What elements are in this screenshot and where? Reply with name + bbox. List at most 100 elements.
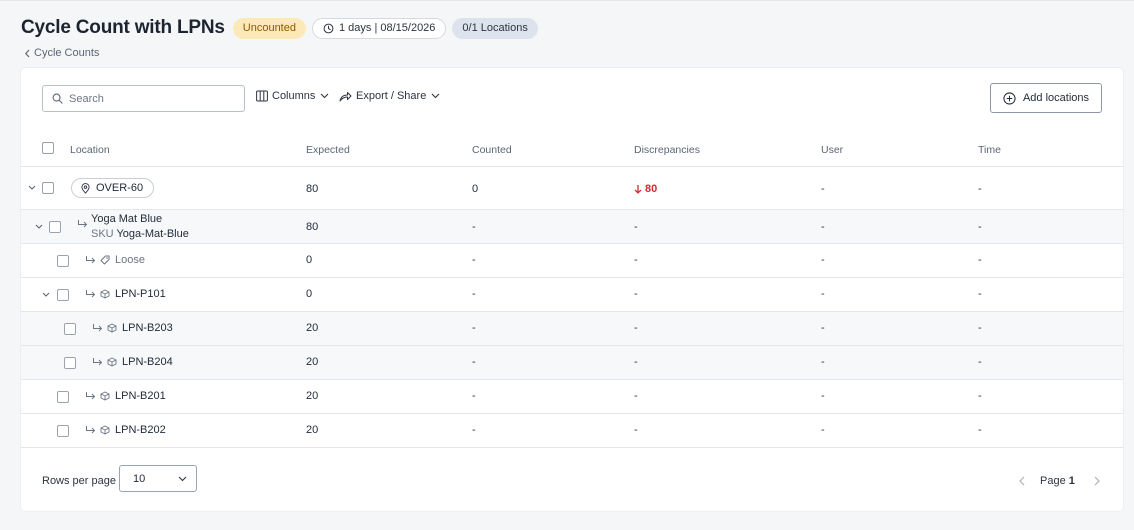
row-checkbox[interactable] xyxy=(64,323,76,335)
user-value: - xyxy=(821,356,825,368)
row-checkbox[interactable] xyxy=(57,289,69,301)
date-badge-label: 1 days | 08/15/2026 xyxy=(338,22,436,34)
page-number: 1 xyxy=(1068,475,1075,487)
sub-item-arrow-icon xyxy=(78,220,88,228)
sub-item-arrow-icon xyxy=(86,290,96,298)
location-pin-icon xyxy=(81,182,90,194)
sub-item-arrow-icon xyxy=(86,392,96,400)
box-icon xyxy=(100,289,110,299)
sub-item-arrow-icon xyxy=(86,426,96,434)
column-header-location[interactable]: Location xyxy=(70,144,110,156)
table-footer: Rows per page 10 Page 1 xyxy=(21,447,1123,511)
date-badge: 1 days | 08/15/2026 xyxy=(311,17,447,39)
time-value: - xyxy=(978,390,982,402)
export-share-button[interactable]: Export / Share xyxy=(339,90,440,102)
column-header-discrepancies[interactable]: Discrepancies xyxy=(634,144,700,156)
share-icon xyxy=(339,91,352,101)
row-checkbox[interactable] xyxy=(57,425,69,437)
expected-value: 80 xyxy=(306,183,319,195)
sku-label: SKU xyxy=(91,228,114,240)
chevron-down-icon xyxy=(178,476,187,481)
user-value: - xyxy=(821,254,825,266)
chevron-down-icon[interactable] xyxy=(28,185,36,191)
row-checkbox[interactable] xyxy=(57,255,69,267)
row-checkbox[interactable] xyxy=(57,391,69,403)
arrow-down-icon xyxy=(634,185,642,194)
discrepancy-value: - xyxy=(634,221,638,233)
location-name: OVER-60 xyxy=(96,182,144,194)
breadcrumb-cycle-counts[interactable]: Cycle Counts xyxy=(24,47,99,59)
user-value: - xyxy=(821,221,825,233)
chevron-right-icon[interactable] xyxy=(1092,475,1102,487)
table-row[interactable]: Yoga Mat Blue SKU Yoga-Mat-Blue 80 - - -… xyxy=(21,210,1123,244)
pagination: Page 1 xyxy=(1017,475,1102,487)
expected-value: 20 xyxy=(306,322,319,334)
counted-value: - xyxy=(472,254,476,266)
locations-badge: 0/1 Locations xyxy=(452,17,538,39)
rows-per-page-select[interactable]: 10 xyxy=(119,465,197,492)
lpn-name: LPN-P101 xyxy=(115,288,166,300)
discrepancy-value: - xyxy=(634,254,638,266)
box-icon xyxy=(100,425,110,435)
table-row[interactable]: LPN-B203 20 - - - - xyxy=(21,312,1123,346)
discrepancy-value: 80 xyxy=(634,183,657,195)
lpn-name: LPN-B202 xyxy=(115,424,166,436)
table-row[interactable]: LPN-B204 20 - - - - xyxy=(21,346,1123,380)
row-checkbox[interactable] xyxy=(64,357,76,369)
table-row[interactable]: LPN-B201 20 - - - - xyxy=(21,380,1123,414)
column-header-expected[interactable]: Expected xyxy=(306,144,350,156)
select-all-checkbox[interactable] xyxy=(42,142,54,154)
loose-label: Loose xyxy=(115,254,145,266)
expected-value: 0 xyxy=(306,288,313,300)
page-label: Page xyxy=(1040,475,1066,487)
sub-item-arrow-icon xyxy=(93,324,103,332)
expected-value: 20 xyxy=(306,390,319,402)
table-card: Columns Export / Share Add locations Loc… xyxy=(21,68,1123,511)
add-locations-button[interactable]: Add locations xyxy=(990,83,1102,113)
rows-per-page-label: Rows per page xyxy=(42,475,116,487)
counted-value: - xyxy=(472,288,476,300)
row-checkbox[interactable] xyxy=(42,182,54,194)
row-checkbox[interactable] xyxy=(49,221,61,233)
columns-button-label: Columns xyxy=(272,90,316,102)
search-input[interactable] xyxy=(69,92,229,105)
box-icon xyxy=(107,323,117,333)
sub-item-arrow-icon xyxy=(93,358,103,366)
chevron-down-icon[interactable] xyxy=(35,224,43,230)
columns-icon xyxy=(256,90,268,102)
table-row[interactable]: LPN-P101 0 - - - - xyxy=(21,278,1123,312)
table-row[interactable]: Loose 0 - - - - xyxy=(21,244,1123,278)
counted-value: - xyxy=(472,390,476,402)
columns-button[interactable]: Columns xyxy=(256,90,329,102)
time-value: - xyxy=(978,221,982,233)
user-value: - xyxy=(821,183,825,195)
expected-value: 80 xyxy=(306,221,319,233)
page-header: Cycle Count with LPNs Uncounted 1 days |… xyxy=(21,17,538,39)
discrepancy-value: - xyxy=(634,288,638,300)
chevron-down-icon xyxy=(431,93,440,99)
clock-icon xyxy=(323,23,334,33)
chevron-down-icon xyxy=(321,93,329,99)
table-row[interactable]: OVER-60 80 0 80 - - xyxy=(21,167,1123,210)
column-header-time[interactable]: Time xyxy=(978,144,1001,156)
discrepancy-value: - xyxy=(634,424,638,436)
user-value: - xyxy=(821,390,825,402)
location-pill[interactable]: OVER-60 xyxy=(71,178,155,198)
column-header-user[interactable]: User xyxy=(821,144,843,156)
counted-value: - xyxy=(472,322,476,334)
expected-value: 0 xyxy=(306,254,313,266)
user-value: - xyxy=(821,288,825,300)
column-header-counted[interactable]: Counted xyxy=(472,144,512,156)
status-badge: Uncounted xyxy=(232,17,306,39)
counted-value: 0 xyxy=(472,183,479,195)
chevron-left-icon[interactable] xyxy=(1017,475,1027,487)
table-row[interactable]: LPN-B202 20 - - - - xyxy=(21,414,1123,448)
counted-value: - xyxy=(472,424,476,436)
search-icon xyxy=(52,93,63,104)
discrepancy-value: - xyxy=(634,356,638,368)
table-toolbar: Columns Export / Share Add locations xyxy=(21,68,1123,128)
export-share-label: Export / Share xyxy=(356,90,427,102)
lpn-name: LPN-B203 xyxy=(122,322,173,334)
chevron-down-icon[interactable] xyxy=(42,292,50,298)
lpn-name: LPN-B201 xyxy=(115,390,166,402)
